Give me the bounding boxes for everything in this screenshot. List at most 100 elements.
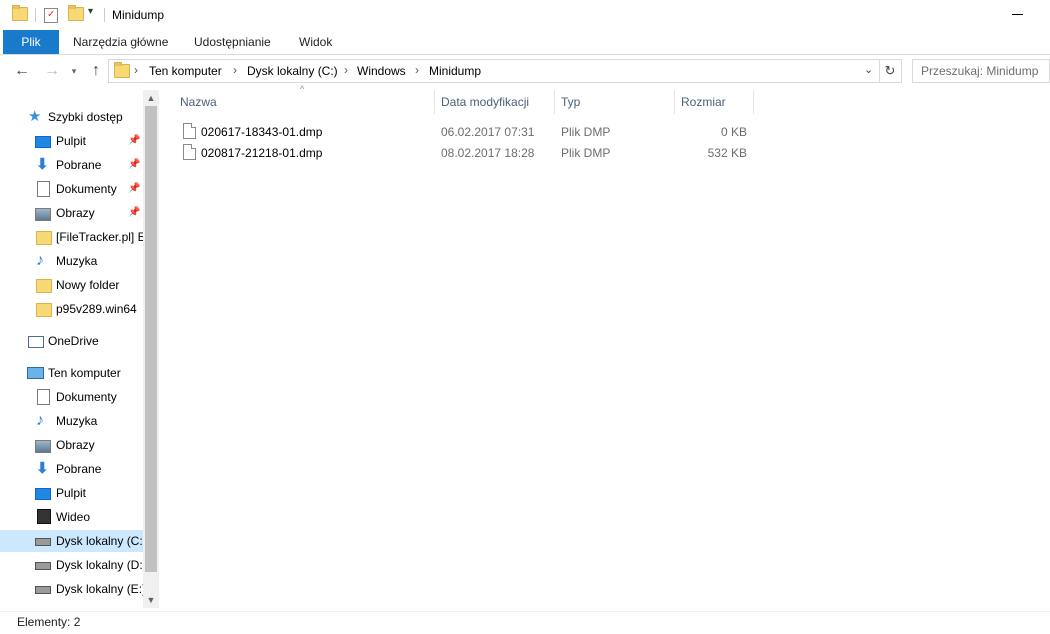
nav-pc-dokumenty[interactable]: Dokumenty — [0, 386, 143, 408]
nav-this-pc[interactable]: Ten komputer — [0, 362, 143, 384]
nav-item-nowy-folder[interactable]: Nowy folder — [0, 274, 143, 296]
search-box[interactable] — [912, 59, 1050, 83]
file-type: Plik DMP — [561, 146, 611, 160]
column-header-name[interactable]: Nazwa — [180, 92, 217, 114]
nav-pc-pobrane[interactable]: ⬇ Pobrane — [0, 458, 143, 480]
nav-label: Dysk lokalny (E:) — [56, 582, 147, 596]
nav-pc-pulpit[interactable]: Pulpit — [0, 482, 143, 504]
table-row[interactable]: 020817-21218-01.dmp 08.02.2017 18:28 Pli… — [177, 142, 757, 162]
nav-label: Muzyka — [56, 414, 98, 428]
sort-ascending-icon: ^ — [300, 84, 305, 94]
file-icon — [183, 144, 196, 160]
chevron-down-icon[interactable]: ⌄ — [864, 63, 873, 76]
column-header-type[interactable]: Typ — [561, 92, 580, 114]
nav-quick-access[interactable]: ★ Szybki dostęp — [0, 106, 143, 128]
music-icon: ♪ — [36, 252, 44, 269]
music-icon: ♪ — [36, 412, 44, 429]
nav-label: Nowy folder — [56, 278, 120, 292]
folder-icon — [36, 279, 52, 293]
pin-icon[interactable]: 📌 — [128, 159, 140, 170]
pictures-icon — [35, 440, 51, 453]
breadcrumb-windows[interactable]: Windows — [357, 64, 406, 78]
computer-icon — [27, 367, 44, 379]
file-date: 08.02.2017 18:28 — [441, 146, 535, 160]
nav-pc-drive-c[interactable]: Dysk lokalny (C:) — [0, 530, 147, 552]
breadcrumb-this-pc[interactable]: Ten komputer — [149, 64, 222, 78]
recent-locations-icon[interactable]: ▾ — [64, 61, 84, 81]
nav-item-dokumenty[interactable]: Dokumenty 📌 — [0, 178, 143, 200]
breadcrumb-minidump[interactable]: Minidump — [429, 64, 481, 78]
breadcrumb-separator-icon[interactable]: › — [344, 63, 348, 77]
tab-share[interactable]: Udostępnianie — [194, 30, 271, 54]
nav-item-filetracker[interactable]: [FileTracker.pl] E — [0, 226, 146, 248]
tab-home[interactable]: Narzędzia główne — [73, 30, 168, 54]
nav-pc-wideo[interactable]: Wideo — [0, 506, 143, 528]
divider — [35, 8, 36, 22]
folder-icon — [114, 62, 130, 78]
title-bar: ✓ ▾ Minidump — [0, 0, 1050, 30]
minimize-button[interactable] — [1008, 6, 1028, 22]
file-name: 020617-18343-01.dmp — [201, 125, 323, 139]
scroll-thumb[interactable] — [145, 106, 157, 572]
forward-button[interactable]: → — [42, 61, 62, 81]
search-input[interactable] — [919, 60, 1049, 82]
nav-label: OneDrive — [48, 334, 99, 348]
window-title: Minidump — [112, 8, 165, 22]
customize-toolbar-icon[interactable]: ▾ — [88, 6, 93, 17]
download-icon: ⬇ — [36, 156, 49, 173]
nav-pc-muzyka[interactable]: ♪ Muzyka — [0, 410, 143, 432]
column-header-date[interactable]: Data modyfikacji — [441, 92, 529, 114]
nav-item-muzyka[interactable]: ♪ Muzyka — [0, 250, 143, 272]
navigation-pane: ★ Szybki dostęp Pulpit 📌 ⬇ Pobrane 📌 Dok… — [0, 90, 160, 610]
nav-pc-drive-d[interactable]: Dysk lokalny (D:) — [0, 554, 147, 576]
breadcrumb-separator-icon[interactable]: › — [134, 63, 138, 77]
nav-label: Dokumenty — [56, 390, 117, 404]
folder-icon — [36, 231, 52, 245]
drive-icon — [35, 562, 51, 570]
item-count: Elementy: 2 — [17, 615, 81, 629]
column-divider[interactable] — [753, 90, 754, 114]
file-icon — [183, 123, 196, 139]
column-header-size[interactable]: Rozmiar — [681, 92, 726, 114]
nav-item-pobrane[interactable]: ⬇ Pobrane 📌 — [0, 154, 143, 176]
nav-item-p95v289[interactable]: p95v289.win64 — [0, 298, 143, 320]
nav-pc-obrazy[interactable]: Obrazy — [0, 434, 143, 456]
pin-icon[interactable]: 📌 — [128, 183, 140, 194]
status-bar: Elementy: 2 — [0, 611, 1050, 634]
address-bar[interactable]: › Ten komputer › Dysk lokalny (C:) › Win… — [108, 59, 880, 83]
column-divider[interactable] — [674, 90, 675, 114]
refresh-button[interactable]: ↻ — [879, 59, 902, 83]
table-row[interactable]: 020617-18343-01.dmp 06.02.2017 07:31 Pli… — [177, 121, 757, 141]
tab-view[interactable]: Widok — [299, 30, 332, 54]
folder-icon — [12, 5, 28, 21]
nav-label: Dysk lokalny (D:) — [56, 558, 147, 572]
nav-label: p95v289.win64 — [56, 302, 137, 316]
nav-item-pulpit[interactable]: Pulpit 📌 — [0, 130, 143, 152]
nav-item-obrazy[interactable]: Obrazy 📌 — [0, 202, 143, 224]
download-icon: ⬇ — [36, 460, 49, 477]
nav-label: Wideo — [56, 510, 91, 524]
up-button[interactable]: ↑ — [86, 61, 106, 81]
column-divider[interactable] — [434, 90, 435, 114]
nav-label: [FileTracker.pl] E — [56, 230, 146, 244]
breadcrumb-local-disk[interactable]: Dysk lokalny (C:) — [247, 64, 338, 78]
file-size: 0 KB — [720, 125, 747, 139]
file-name: 020817-21218-01.dmp — [201, 146, 323, 160]
scroll-down-icon[interactable]: ▼ — [143, 592, 159, 608]
column-divider[interactable] — [554, 90, 555, 114]
pin-icon[interactable]: 📌 — [128, 207, 140, 218]
new-folder-icon[interactable] — [68, 5, 84, 21]
breadcrumb-separator-icon[interactable]: › — [415, 63, 419, 77]
back-button[interactable]: ← — [12, 61, 32, 81]
nav-onedrive[interactable]: OneDrive — [0, 330, 143, 352]
tab-file[interactable]: Plik — [3, 30, 59, 54]
drive-icon — [35, 586, 51, 594]
video-icon — [37, 509, 51, 524]
breadcrumb-separator-icon[interactable]: › — [233, 63, 237, 77]
scroll-up-icon[interactable]: ▲ — [143, 90, 159, 106]
nav-label: Pulpit — [56, 134, 87, 148]
nav-pc-drive-e[interactable]: Dysk lokalny (E:) — [0, 578, 147, 600]
properties-icon[interactable]: ✓ — [44, 8, 58, 23]
pin-icon[interactable]: 📌 — [128, 135, 140, 146]
pictures-icon — [35, 208, 51, 221]
